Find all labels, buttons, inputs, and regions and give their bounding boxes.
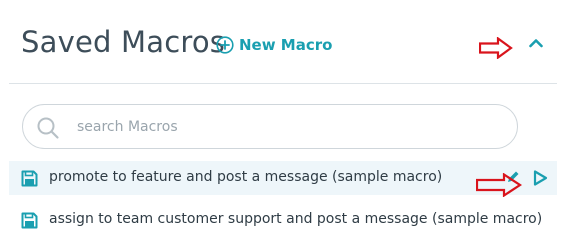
- macro-label: assign to team customer support and post…: [49, 211, 543, 227]
- search-icon: [37, 117, 59, 139]
- search-input[interactable]: [77, 115, 497, 139]
- plus-circle-icon: [216, 36, 234, 54]
- collapse-button[interactable]: [525, 34, 547, 52]
- play-icon[interactable]: [531, 169, 549, 187]
- page-title: Saved Macros: [21, 25, 226, 59]
- saved-macros-panel: Saved Macros New Macro search Macros pro…: [0, 0, 561, 249]
- panel-header: Saved Macros New Macro: [0, 0, 561, 84]
- search-box: [22, 104, 518, 149]
- macro-row-1[interactable]: promote to feature and post a message (s…: [9, 161, 557, 195]
- chevron-up-icon: [529, 39, 543, 48]
- header-divider: [9, 83, 557, 84]
- macro-row-2[interactable]: assign to team customer support and post…: [9, 203, 557, 237]
- new-macro-label: New Macro: [239, 36, 333, 54]
- new-macro-button[interactable]: New Macro: [216, 35, 332, 55]
- floppy-disk-icon: [21, 170, 38, 187]
- red-arrow-icon: [476, 173, 522, 197]
- macro-label: promote to feature and post a message (s…: [49, 169, 443, 185]
- red-arrow-icon: [479, 37, 513, 59]
- floppy-disk-icon: [21, 212, 38, 229]
